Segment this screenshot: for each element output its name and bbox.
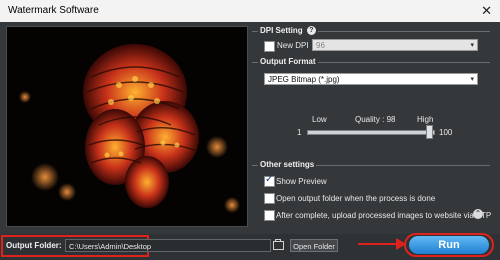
dpi-select-value: 96 bbox=[316, 41, 325, 50]
dpi-section-label: DPI Setting bbox=[260, 26, 303, 35]
new-dpi-checkbox[interactable] bbox=[264, 41, 275, 52]
title-bar: Watermark Software ✕ bbox=[0, 0, 500, 23]
format-section-title: Output Format bbox=[258, 57, 318, 66]
output-format-group: Output Format JPEG Bitmap (*.jpg) ▾ Low … bbox=[252, 57, 490, 158]
dpi-settings-group: DPI Setting ? New DPI 96 ▾ bbox=[252, 26, 490, 60]
help-icon[interactable]: ? bbox=[306, 26, 316, 36]
format-select[interactable]: JPEG Bitmap (*.jpg) ▾ bbox=[264, 73, 478, 85]
run-button[interactable]: Run bbox=[409, 236, 489, 254]
dpi-select[interactable]: 96 ▾ bbox=[312, 39, 478, 51]
open-folder-button[interactable]: Open Folder bbox=[290, 239, 338, 252]
open-output-label: Open output folder when the process is d… bbox=[276, 194, 436, 203]
format-select-value: JPEG Bitmap (*.jpg) bbox=[268, 75, 340, 84]
upload-ftp-label: After complete, upload processed images … bbox=[276, 211, 492, 220]
close-icon[interactable]: ✕ bbox=[481, 3, 492, 19]
dpi-section-title: DPI Setting ? bbox=[258, 26, 318, 36]
output-folder-input[interactable]: C:\Users\Admin\Desktop bbox=[65, 239, 271, 252]
quality-high-label: High bbox=[417, 115, 434, 124]
lantern-photo bbox=[7, 27, 247, 226]
show-preview-label: Show Preview bbox=[276, 177, 327, 186]
open-output-checkbox[interactable] bbox=[264, 193, 275, 204]
output-folder-label: Output Folder: bbox=[6, 241, 62, 250]
quality-max-label: 100 bbox=[439, 128, 453, 137]
quality-label: Quality : 98 bbox=[355, 115, 396, 124]
new-dpi-label: New DPI bbox=[277, 41, 309, 50]
quality-slider-thumb[interactable] bbox=[426, 125, 433, 139]
output-folder-value: C:\Users\Admin\Desktop bbox=[69, 242, 152, 251]
collapse-up-icon[interactable]: ⌃ bbox=[473, 209, 483, 219]
window-title: Watermark Software bbox=[8, 5, 99, 16]
pointer-arrow-line bbox=[358, 243, 398, 245]
quality-min-label: 1 bbox=[297, 128, 302, 137]
show-preview-checkbox[interactable] bbox=[264, 174, 275, 187]
chevron-down-icon: ▾ bbox=[470, 42, 474, 49]
chevron-down-icon: ▾ bbox=[470, 76, 474, 83]
quality-slider-track[interactable] bbox=[307, 130, 435, 135]
other-settings-group: Other settings Show Preview Open output … bbox=[252, 160, 492, 226]
image-preview bbox=[6, 26, 248, 227]
quality-low-label: Low bbox=[312, 115, 327, 124]
upload-ftp-checkbox[interactable] bbox=[264, 210, 275, 221]
other-section-title: Other settings bbox=[258, 160, 317, 169]
folder-icon[interactable] bbox=[273, 239, 284, 250]
